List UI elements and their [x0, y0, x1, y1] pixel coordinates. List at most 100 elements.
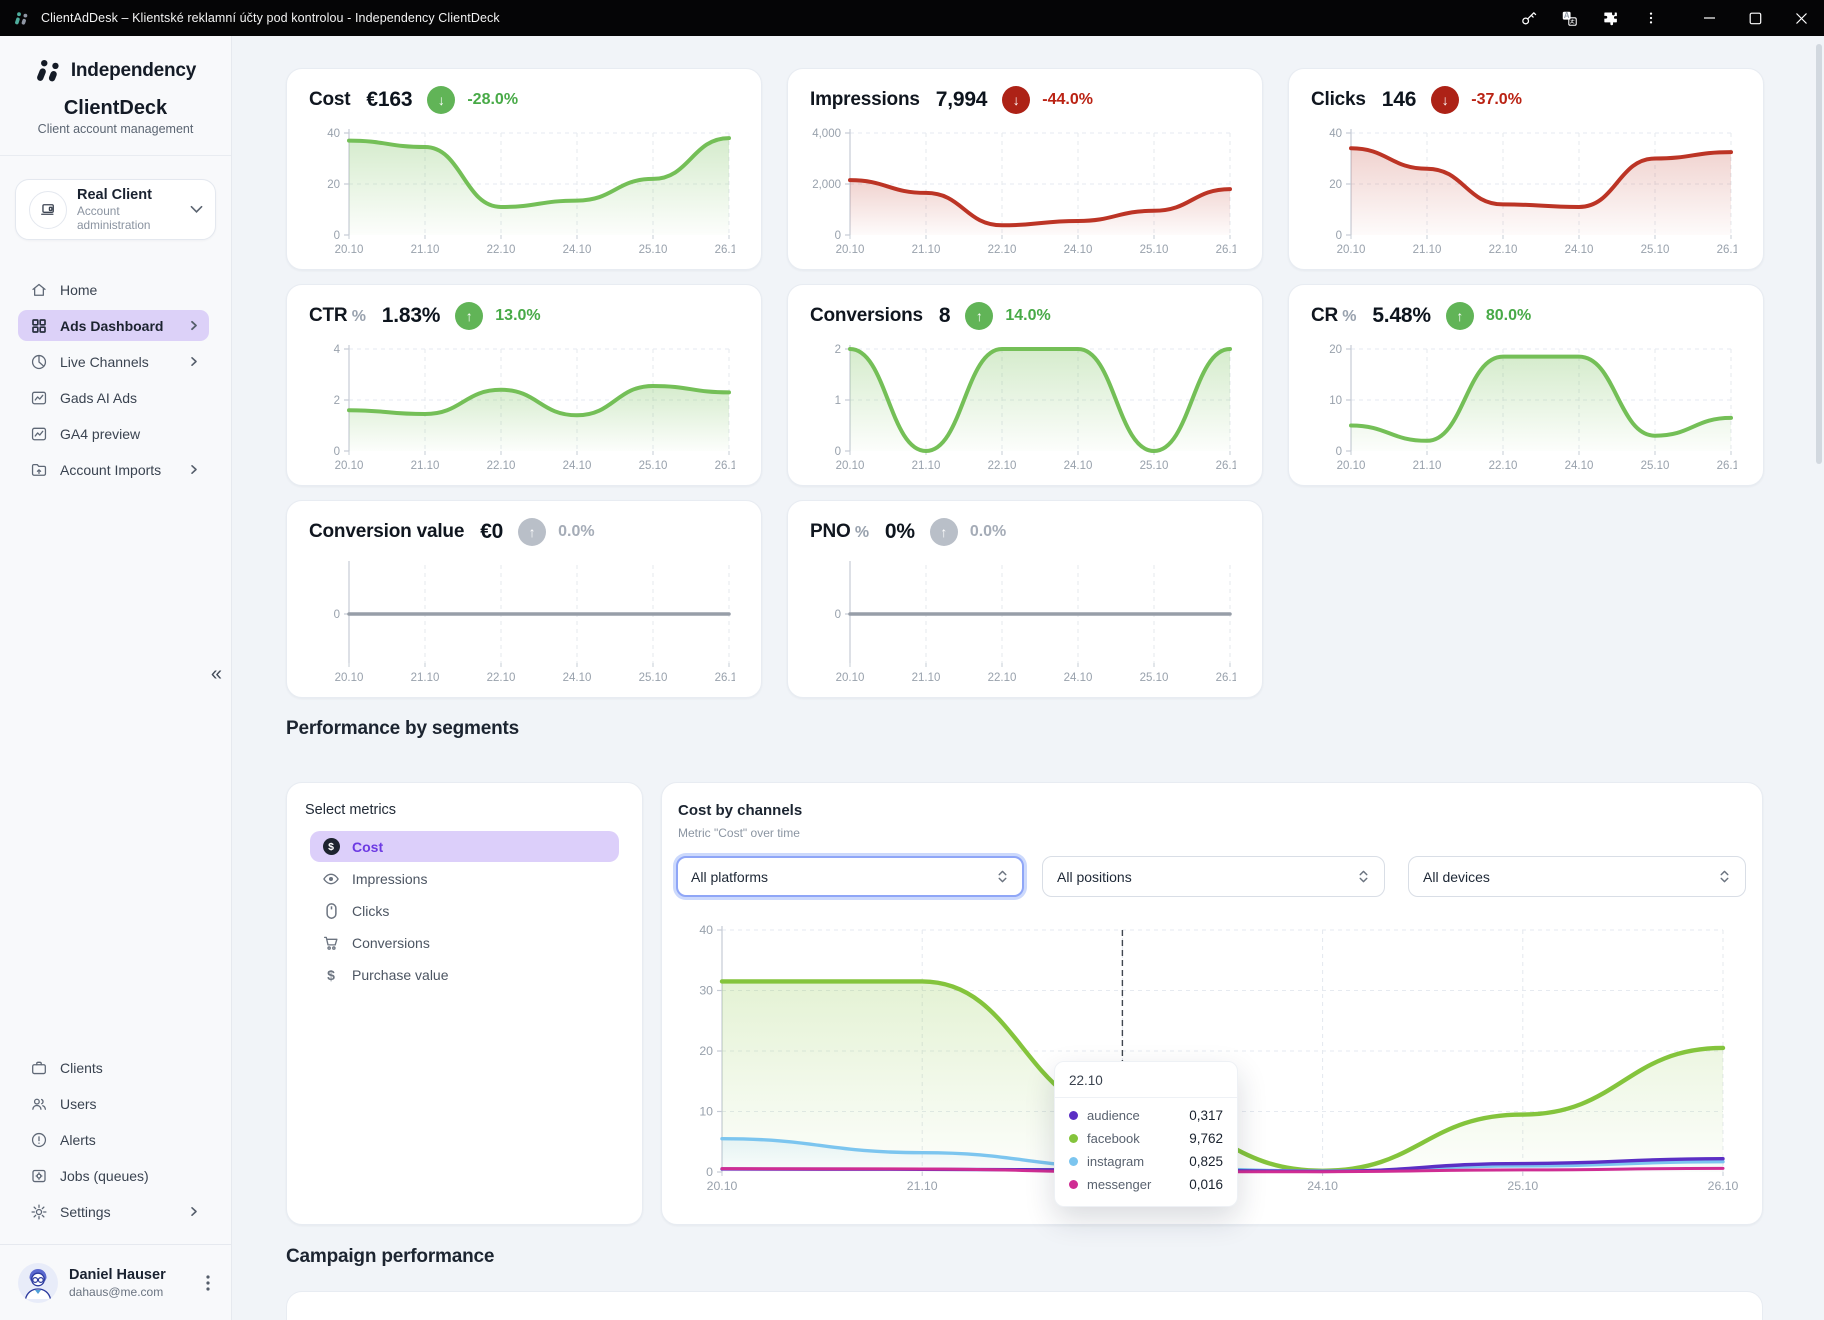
user-menu-kebab-icon[interactable]: [197, 1270, 219, 1296]
sidebar-collapse-button[interactable]: «: [211, 664, 222, 684]
platforms-select[interactable]: All platforms: [676, 856, 1024, 897]
app-window: ClientAdDesk – Klientské reklamní účty p…: [0, 0, 1824, 1320]
eye-icon: [322, 870, 340, 888]
chart-frame-icon: [30, 389, 48, 407]
sidebar-item-ga4-preview[interactable]: GA4 preview: [18, 418, 209, 449]
account-switcher[interactable]: Real Client Account administration: [15, 179, 216, 240]
sidebar-item-live-channels[interactable]: Live Channels: [18, 346, 209, 377]
kpi-card-cr: CR % 5.48% ↑ 80.0% 0102020.1021.1022.102…: [1288, 284, 1764, 486]
channels-chart-subtitle: Metric "Cost" over time: [678, 826, 1762, 840]
svg-text:0: 0: [706, 1165, 713, 1179]
svg-text:25.10: 25.10: [1507, 1179, 1538, 1193]
svg-text:20.10: 20.10: [836, 672, 865, 684]
browser-menu-kebab-icon[interactable]: [1642, 9, 1660, 27]
sidebar-item-home[interactable]: Home: [18, 274, 209, 305]
svg-text:22.10: 22.10: [988, 672, 1017, 684]
brand-name: Independency: [71, 60, 196, 82]
messenger-dot-icon: [1069, 1180, 1078, 1189]
kpi-card-impressions: Impressions 7,994 ↓ -44.0% 02,0004,00020…: [787, 68, 1263, 270]
tooltip-row-audience: audience 0,317: [1055, 1104, 1237, 1127]
sidebar-item-settings[interactable]: Settings: [18, 1196, 209, 1227]
svg-text:22.10: 22.10: [988, 244, 1017, 256]
trend-up-badge: ↑: [1446, 302, 1474, 330]
cost-sparkline-chart: 0204020.1021.1022.1024.1025.1026.10: [303, 123, 735, 261]
home-icon: [30, 281, 48, 299]
kpi-value: €0: [480, 520, 503, 544]
sidebar-item-clients[interactable]: Clients: [18, 1052, 209, 1083]
password-key-icon[interactable]: [1519, 9, 1537, 27]
devices-select[interactable]: All devices: [1408, 856, 1746, 897]
maximize-button[interactable]: [1732, 0, 1778, 36]
close-button[interactable]: [1778, 0, 1824, 36]
svg-text:26.10: 26.10: [1717, 460, 1737, 472]
dollar-icon: [322, 967, 340, 983]
sidebar-item-account-imports[interactable]: Account Imports: [18, 454, 209, 485]
sidebar-item-alerts[interactable]: Alerts: [18, 1124, 209, 1155]
trend-up-badge: ↑: [965, 302, 993, 330]
sidebar-item-ads-dashboard[interactable]: Ads Dashboard: [18, 310, 209, 341]
positions-select[interactable]: All positions: [1042, 856, 1385, 897]
sidebar-item-label: Gads AI Ads: [60, 390, 137, 406]
segments-heading: Performance by segments: [286, 718, 519, 740]
sidebar-item-jobs-queues[interactable]: Jobs (queues): [18, 1160, 209, 1191]
metric-item-impressions[interactable]: Impressions: [310, 863, 619, 894]
trend-down-badge: ↓: [1431, 86, 1459, 114]
svg-text:25.10: 25.10: [639, 460, 668, 472]
sidebar-nav-main: Home Ads Dashboard Live Channels Gads AI…: [18, 274, 209, 490]
sidebar-item-label: Live Channels: [60, 354, 149, 370]
minimize-button[interactable]: [1686, 0, 1732, 36]
svg-text:24.10: 24.10: [1064, 244, 1093, 256]
kpi-title: Conversions: [810, 305, 923, 327]
metric-item-clicks[interactable]: Clicks: [310, 895, 619, 926]
svg-text:22.10: 22.10: [487, 672, 516, 684]
chart-tooltip: 22.10 audience 0,317 facebook 9,762 i: [1054, 1061, 1238, 1207]
scrollbar[interactable]: [1816, 44, 1822, 464]
users-icon: [30, 1095, 48, 1113]
metric-item-purchase-value[interactable]: Purchase value: [310, 959, 619, 990]
chevrons-up-down-icon: [1357, 869, 1370, 884]
translate-icon[interactable]: A: [1560, 9, 1578, 27]
window-title: ClientAdDesk – Klientské reklamní účty p…: [41, 11, 500, 25]
chevron-right-icon: [189, 1206, 199, 1217]
campaign-performance-card: [286, 1291, 1763, 1320]
kpi-delta: -28.0%: [467, 91, 518, 109]
sidebar-item-label: Alerts: [60, 1132, 96, 1148]
tooltip-row-messenger: messenger 0,016: [1055, 1173, 1237, 1196]
svg-text:40: 40: [699, 923, 713, 937]
svg-text:20.10: 20.10: [335, 244, 364, 256]
dollar-circle-icon: [322, 838, 340, 855]
trend-down-badge: ↓: [427, 86, 455, 114]
sidebar-item-gads-ai-ads[interactable]: Gads AI Ads: [18, 382, 209, 413]
app-icon: [14, 11, 29, 26]
svg-text:24.10: 24.10: [563, 460, 592, 472]
svg-text:22.10: 22.10: [1489, 244, 1518, 256]
svg-text:21.10: 21.10: [907, 1179, 938, 1193]
svg-text:26.10: 26.10: [1216, 460, 1236, 472]
svg-text:25.10: 25.10: [639, 672, 668, 684]
svg-text:2,000: 2,000: [812, 179, 841, 191]
kpi-title: CTR %: [309, 305, 366, 327]
svg-text:40: 40: [327, 128, 340, 140]
svg-text:25.10: 25.10: [639, 244, 668, 256]
tooltip-row-instagram: instagram 0,825: [1055, 1150, 1237, 1173]
sidebar-nav-admin: Clients Users Alerts Jobs (queues) Setti…: [18, 1052, 209, 1232]
svg-text:0: 0: [835, 609, 841, 621]
cr-sparkline-chart: 0102020.1021.1022.1024.1025.1026.10: [1305, 339, 1737, 477]
metric-item-conversions[interactable]: Conversions: [310, 927, 619, 958]
svg-text:0: 0: [334, 609, 340, 621]
kpi-grid: Cost €163 ↓ -28.0% 0204020.1021.1022.102…: [286, 68, 1764, 698]
kpi-delta: 0.0%: [970, 523, 1006, 541]
mouse-icon: [322, 902, 340, 920]
kpi-card-conversions: Conversions 8 ↑ 14.0% 01220.1021.1022.10…: [787, 284, 1263, 486]
gear-box-icon: [30, 1167, 48, 1185]
metric-item-cost[interactable]: Cost: [310, 831, 619, 862]
chart-frame-icon: [30, 425, 48, 443]
sidebar-item-users[interactable]: Users: [18, 1088, 209, 1119]
sidebar-item-label: Account Imports: [60, 462, 161, 478]
kpi-title: PNO %: [810, 521, 869, 543]
svg-text:22.10: 22.10: [988, 460, 1017, 472]
folder-upload-icon: [30, 461, 48, 479]
alert-circle-icon: [30, 1131, 48, 1149]
extensions-puzzle-icon[interactable]: [1601, 9, 1619, 27]
cart-icon: [322, 934, 340, 952]
